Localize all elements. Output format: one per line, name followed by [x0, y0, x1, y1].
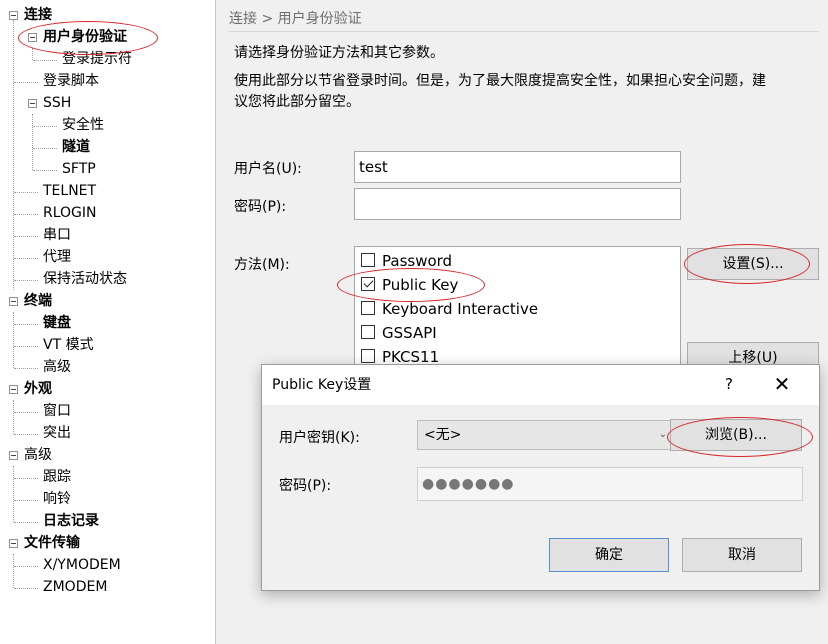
tree-item-serial[interactable]: 串口	[43, 224, 71, 246]
collapse-icon[interactable]	[28, 33, 37, 42]
tree-item-bell[interactable]: 响铃	[43, 488, 71, 510]
browse-button[interactable]: 浏览(B)...	[670, 419, 802, 451]
settings-tree[interactable]: 连接 用户身份验证 登录提示符 登录脚本 SSH 安全性 隧道 SFTP TEL…	[0, 0, 216, 644]
collapse-icon[interactable]	[9, 385, 18, 394]
cancel-button[interactable]: 取消	[682, 538, 802, 572]
tree-item-file-transfer[interactable]: 文件传输	[24, 532, 80, 554]
chevron-down-icon: ⌄	[658, 429, 667, 440]
collapse-icon[interactable]	[9, 11, 18, 20]
tree-item-connection[interactable]: 连接	[24, 4, 52, 26]
tree-item-window[interactable]: 窗口	[43, 400, 71, 422]
method-list[interactable]: Password Public Key Keyboard Interactive…	[354, 246, 681, 366]
checkbox[interactable]	[361, 252, 375, 267]
tree-item-ssh[interactable]: SSH	[43, 92, 71, 114]
dialog-titlebar[interactable]: Public Key设置 ? ✕	[262, 365, 819, 405]
key-password-label: 密码(P):	[279, 478, 332, 494]
tree-item-login-prompt[interactable]: 登录提示符	[62, 48, 132, 70]
description-text: 议您将此部分留空。	[234, 94, 360, 110]
method-password[interactable]: Password	[361, 249, 452, 273]
tree-item-tunnel[interactable]: 隧道	[62, 136, 90, 158]
password-field[interactable]	[354, 188, 681, 220]
tree-item-keyboard[interactable]: 键盘	[43, 312, 71, 334]
tree-item-sftp[interactable]: SFTP	[62, 158, 96, 180]
checkbox[interactable]	[361, 348, 375, 363]
dialog-title: Public Key设置	[272, 377, 372, 393]
collapse-icon[interactable]	[9, 539, 18, 548]
tree-item-vt-mode[interactable]: VT 模式	[43, 334, 94, 356]
close-icon[interactable]: ✕	[767, 365, 797, 403]
tree-item-advanced[interactable]: 高级	[24, 444, 52, 466]
tree-item-logging[interactable]: 日志记录	[43, 510, 99, 532]
tree-item-login-script[interactable]: 登录脚本	[43, 70, 99, 92]
method-label: GSSAPI	[382, 324, 437, 342]
method-label: Public Key	[382, 276, 459, 294]
password-label: 密码(P):	[234, 199, 287, 215]
user-key-select[interactable]: <无> ⌄	[417, 420, 672, 450]
method-label: Password	[382, 252, 453, 270]
tree-item-keepalive[interactable]: 保持活动状态	[43, 268, 127, 290]
tree-item-proxy[interactable]: 代理	[43, 246, 71, 268]
public-key-dialog: Public Key设置 ? ✕ 用户密钥(K): <无> ⌄ 浏览(B)...…	[261, 364, 820, 591]
checkbox[interactable]	[361, 324, 375, 339]
method-keyboard-interactive[interactable]: Keyboard Interactive	[361, 297, 538, 321]
method-pkcs11[interactable]: PKCS11	[361, 345, 439, 365]
tree-item-zmodem[interactable]: ZMODEM	[43, 576, 107, 598]
tree-item-terminal[interactable]: 终端	[24, 290, 52, 312]
tree-item-terminal-advanced[interactable]: 高级	[43, 356, 71, 378]
settings-button[interactable]: 设置(S)...	[687, 248, 819, 280]
method-gssapi[interactable]: GSSAPI	[361, 321, 437, 345]
method-label: Keyboard Interactive	[382, 300, 539, 318]
description-text: 使用此部分以节省登录时间。但是，为了最大限度提高安全性，如果担心安全问题，建	[234, 73, 766, 89]
tree-item-trace[interactable]: 跟踪	[43, 466, 71, 488]
collapse-icon[interactable]	[9, 297, 18, 306]
checkbox[interactable]	[361, 300, 375, 315]
username-field[interactable]: test	[354, 151, 681, 183]
breadcrumb: 连接 > 用户身份验证	[229, 6, 819, 32]
help-icon[interactable]: ?	[714, 365, 744, 403]
description-text: 请选择身份验证方法和其它参数。	[234, 45, 444, 61]
tree-item-security[interactable]: 安全性	[62, 114, 104, 136]
tree-item-appearance[interactable]: 外观	[24, 378, 52, 400]
checkbox-checked[interactable]	[361, 276, 375, 291]
tree-item-highlight[interactable]: 突出	[43, 422, 71, 444]
tree-item-user-auth[interactable]: 用户身份验证	[43, 26, 127, 48]
collapse-icon[interactable]	[28, 99, 37, 108]
user-key-value: <无>	[424, 427, 462, 443]
tree-item-rlogin[interactable]: RLOGIN	[43, 202, 97, 224]
username-label: 用户名(U):	[234, 161, 302, 177]
collapse-icon[interactable]	[9, 451, 18, 460]
tree-item-telnet[interactable]: TELNET	[43, 180, 96, 202]
user-key-label: 用户密钥(K):	[279, 430, 360, 446]
method-public-key[interactable]: Public Key	[361, 273, 458, 297]
tree-item-xymodem[interactable]: X/YMODEM	[43, 554, 121, 576]
method-label: 方法(M):	[234, 257, 290, 273]
key-password-field[interactable]: ●●●●●●●	[417, 467, 803, 501]
ok-button[interactable]: 确定	[549, 538, 669, 572]
